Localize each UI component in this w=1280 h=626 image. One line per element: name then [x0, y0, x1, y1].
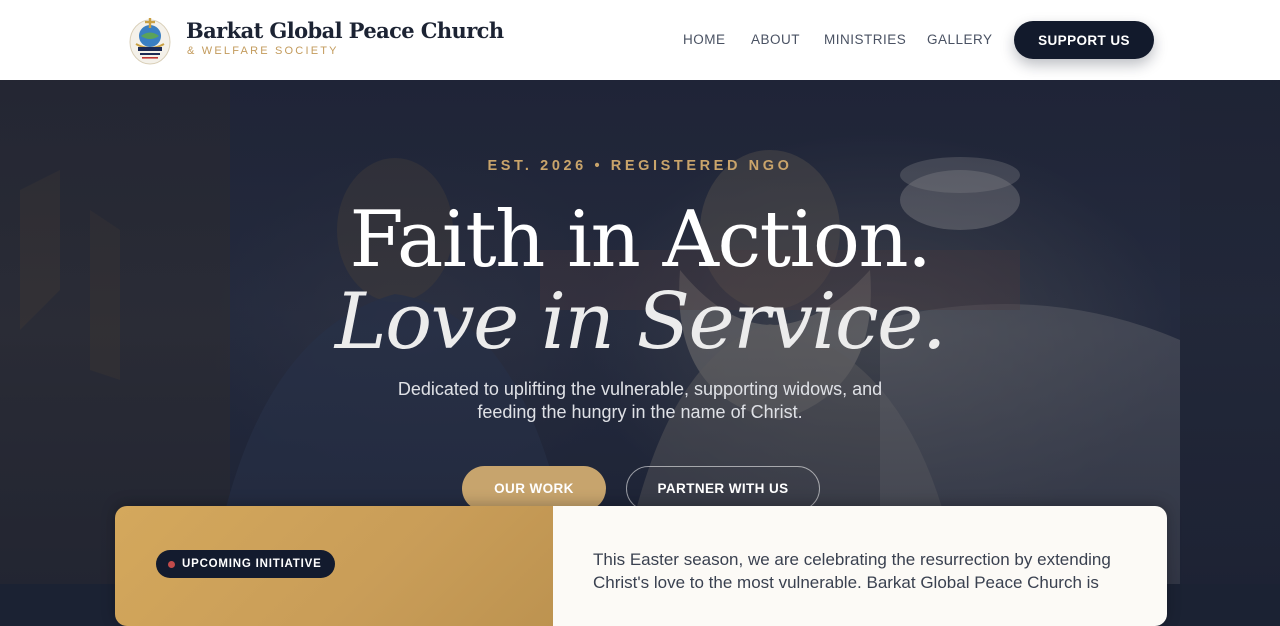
- upcoming-initiative-badge: UPCOMING INITIATIVE: [156, 550, 335, 578]
- church-crest-icon: [129, 18, 171, 65]
- initiative-card-image-panel: UPCOMING INITIATIVE: [115, 506, 553, 626]
- initiative-card-content: This Easter season, we are celebrating t…: [553, 506, 1167, 626]
- nav-about[interactable]: ABOUT: [751, 32, 800, 47]
- brand-subtitle: & WELFARE SOCIETY: [187, 45, 339, 57]
- hero-eyebrow: EST. 2026 • REGISTERED NGO: [487, 158, 793, 174]
- hero-headline-secondary: Love in Service.: [334, 277, 947, 367]
- site-header: Barkat Global Peace Church & WELFARE SOC…: [0, 0, 1280, 80]
- nav-home[interactable]: HOME: [683, 32, 726, 47]
- nav-ministries[interactable]: MINISTRIES: [824, 32, 906, 47]
- nav-gallery[interactable]: GALLERY: [927, 32, 993, 47]
- initiative-card: UPCOMING INITIATIVE This Easter season, …: [115, 506, 1167, 626]
- hero-tagline: Dedicated to uplifting the vulnerable, s…: [397, 379, 883, 422]
- initiative-description: This Easter season, we are celebrating t…: [593, 550, 1111, 592]
- our-work-button[interactable]: OUR WORK: [462, 466, 606, 511]
- support-us-button[interactable]: SUPPORT US: [1014, 21, 1154, 59]
- brand-name[interactable]: Barkat Global Peace Church: [186, 18, 504, 43]
- partner-with-us-button[interactable]: PARTNER WITH US: [626, 466, 820, 511]
- logo[interactable]: [128, 14, 172, 66]
- badge-label: UPCOMING INITIATIVE: [182, 558, 322, 570]
- status-dot-icon: [168, 560, 175, 568]
